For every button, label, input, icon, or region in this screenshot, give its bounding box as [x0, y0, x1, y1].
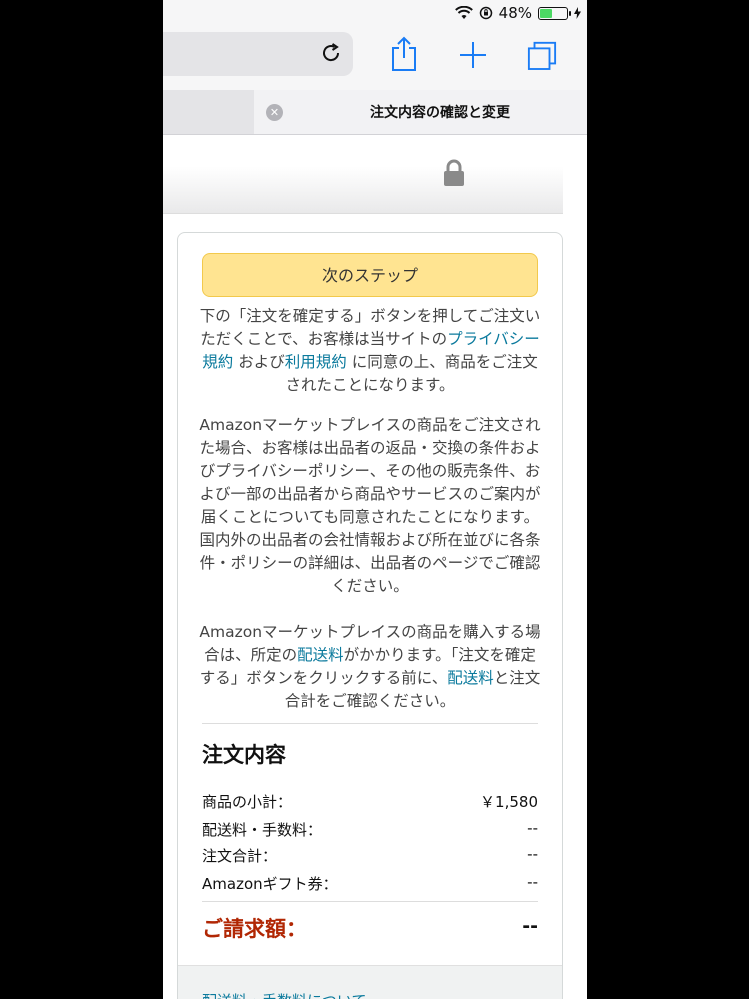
orientation-lock-icon: [479, 6, 492, 20]
checkout-card: 次のステップ 下の「注文を確定する」ボタンを押してご注文いただくことで、お客様は…: [177, 232, 563, 999]
billing-total-label: ご請求額：: [202, 917, 307, 941]
close-tab-icon[interactable]: ✕: [266, 104, 283, 121]
summary-label: 商品の小計：: [202, 793, 293, 811]
browser-toolbar: [163, 26, 587, 90]
summary-value: --: [527, 873, 538, 891]
lock-icon: [444, 159, 464, 186]
shipping-fee-link[interactable]: 配送料: [297, 646, 344, 664]
divider: [202, 723, 538, 724]
new-tab-icon[interactable]: [458, 36, 488, 72]
tab-inactive[interactable]: [163, 90, 254, 134]
next-step-button[interactable]: 次のステップ: [202, 253, 538, 297]
terms-of-use-link[interactable]: 利用規約: [285, 353, 347, 371]
shipping-fee-link-2[interactable]: 配送料: [447, 669, 494, 687]
wifi-icon: [454, 6, 473, 19]
summary-label: 注文合計：: [202, 847, 278, 865]
summary-value: --: [527, 819, 538, 837]
marketplace-paragraph: Amazonマーケットプレイスの商品をご注文された場合、お客様は出品者の返品・交…: [199, 416, 541, 595]
summary-label: 配送料・手数料：: [202, 821, 323, 839]
order-summary-title: 注文内容: [202, 743, 286, 767]
shipping-info-box: 配送料・手数料について: [178, 965, 562, 999]
status-icons: 48%: [454, 4, 581, 22]
billing-total-row: ご請求額： --: [202, 913, 538, 945]
charging-icon: [574, 7, 581, 19]
status-bar: 48%: [163, 0, 587, 26]
reload-icon[interactable]: [319, 41, 343, 65]
battery-percent: 48%: [498, 4, 532, 22]
shipping-paragraph: Amazonマーケットプレイスの商品を購入する場合は、所定の配送料がかかります。…: [198, 621, 542, 713]
tab-bar: ✕ 注文内容の確認と変更: [163, 90, 587, 135]
phone-screen: 48% ✕ 注文内容の確認と変更 次のステップ 下の「注文を確定する」ボタンを押…: [163, 0, 587, 999]
summary-row-gift-card: Amazonギフト券： --: [202, 873, 538, 897]
shipping-fees-info-link[interactable]: 配送料・手数料について: [202, 990, 367, 999]
summary-label: Amazonギフト券：: [202, 875, 338, 893]
address-bar[interactable]: [163, 32, 353, 76]
summary-value: ￥1,580: [480, 793, 538, 811]
billing-total-value: --: [522, 915, 538, 937]
summary-row-subtotal: 商品の小計： ￥1,580: [202, 791, 538, 815]
battery-fill: [540, 8, 552, 18]
summary-row-shipping: 配送料・手数料： --: [202, 819, 538, 843]
tabs-icon[interactable]: [527, 36, 557, 72]
divider: [202, 901, 538, 902]
summary-value: --: [527, 845, 538, 863]
summary-row-order-total: 注文合計： --: [202, 845, 538, 869]
terms-text-2: および: [233, 353, 285, 371]
battery-icon: [538, 6, 571, 20]
share-icon[interactable]: [389, 36, 419, 72]
tab-title[interactable]: 注文内容の確認と変更: [293, 102, 587, 122]
terms-paragraph: 下の「注文を確定する」ボタンを押してご注文いただくことで、お客様は当サイトのプラ…: [198, 305, 542, 397]
page-header: [163, 135, 563, 214]
